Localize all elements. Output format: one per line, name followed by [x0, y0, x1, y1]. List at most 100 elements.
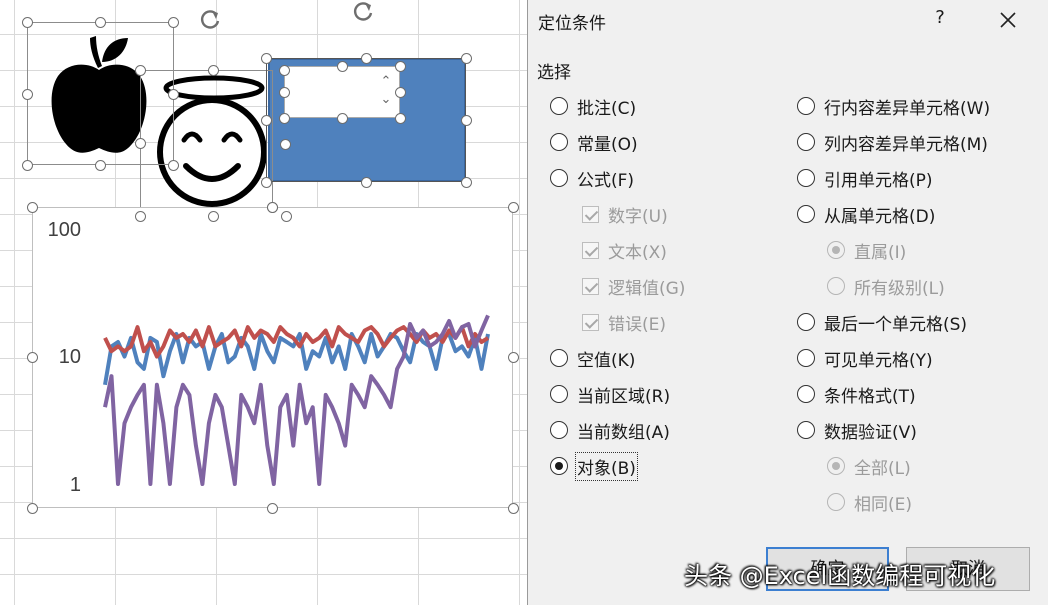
option-label: 数据验证(V): [824, 422, 917, 443]
resize-handle[interactable]: [460, 114, 472, 126]
option-left_options-0[interactable]: 批注(C): [550, 94, 637, 119]
resize-handle[interactable]: [134, 64, 146, 76]
option-right_options-1[interactable]: 列内容差异单元格(M): [797, 130, 988, 155]
radio-icon: [827, 457, 845, 475]
resize-handle[interactable]: [167, 16, 179, 28]
option-label: 全部(L): [854, 458, 911, 479]
resize-handle[interactable]: [260, 52, 272, 64]
resize-handle[interactable]: [460, 176, 472, 188]
option-right_options-7[interactable]: 可见单元格(Y): [797, 346, 933, 371]
option-label: 所有级别(L): [854, 278, 945, 299]
option-label: 数字(U): [608, 206, 668, 227]
resize-handle[interactable]: [507, 351, 519, 363]
option-left_options-2[interactable]: 公式(F): [550, 166, 634, 191]
radio-icon[interactable]: [797, 97, 815, 115]
radio-icon[interactable]: [797, 313, 815, 331]
radio-icon[interactable]: [797, 385, 815, 403]
resize-handle[interactable]: [278, 64, 290, 76]
resize-handle[interactable]: [167, 159, 179, 171]
option-label: 当前区域(R): [577, 386, 671, 407]
resize-handle[interactable]: [207, 64, 219, 76]
resize-handle[interactable]: [266, 502, 278, 514]
option-label: 文本(X): [608, 242, 667, 263]
rotate-handle-icon[interactable]: [199, 8, 221, 30]
resize-handle[interactable]: [26, 502, 38, 514]
option-left_options-9[interactable]: 当前数组(A): [550, 418, 670, 443]
option-label: 常量(O): [577, 134, 638, 155]
radio-icon[interactable]: [797, 169, 815, 187]
resize-handle[interactable]: [260, 176, 272, 188]
option-right_options-2[interactable]: 引用单元格(P): [797, 166, 933, 191]
smiley-selection-frame: [140, 70, 273, 216]
resize-handle[interactable]: [336, 60, 348, 72]
option-label: 从属单元格(D): [824, 206, 936, 227]
option-right_options-10: 全部(L): [827, 454, 911, 479]
radio-icon[interactable]: [797, 205, 815, 223]
option-right_options-11: 相同(E): [827, 490, 913, 515]
radio-icon[interactable]: [550, 169, 568, 187]
radio-icon[interactable]: [550, 133, 568, 151]
resize-handle[interactable]: [207, 210, 219, 222]
help-button[interactable]: ?: [930, 7, 950, 31]
resize-handle[interactable]: [360, 52, 372, 64]
option-label: 列内容差异单元格(M): [824, 134, 988, 155]
worksheet-area[interactable]: ⌃ ⌄ 100 10 1: [0, 0, 527, 605]
resize-handle[interactable]: [167, 88, 179, 100]
go-to-special-dialog: 定位条件 ? 选择 批注(C) 常量(O) 公式(F) 数字(U) 文本(X) 逻辑值(G…: [527, 0, 1048, 605]
resize-handle[interactable]: [278, 86, 290, 98]
radio-icon[interactable]: [797, 133, 815, 151]
resize-handle[interactable]: [21, 16, 33, 28]
option-right_options-0[interactable]: 行内容差异单元格(W): [797, 94, 990, 119]
resize-handle[interactable]: [336, 112, 348, 124]
resize-handle[interactable]: [460, 52, 472, 64]
resize-handle[interactable]: [260, 114, 272, 126]
option-right_options-8[interactable]: 条件格式(T): [797, 382, 916, 407]
checkbox-icon: [582, 241, 599, 259]
resize-handle[interactable]: [94, 16, 106, 28]
option-right_options-6[interactable]: 最后一个单元格(S): [797, 310, 967, 335]
resize-handle[interactable]: [134, 210, 146, 222]
option-left_options-1[interactable]: 常量(O): [550, 130, 638, 155]
option-left_options-4: 文本(X): [582, 238, 667, 263]
resize-handle[interactable]: [394, 112, 406, 124]
option-left_options-10[interactable]: 对象(B): [550, 451, 638, 481]
resize-handle[interactable]: [360, 176, 372, 188]
resize-handle[interactable]: [279, 138, 291, 150]
resize-handle[interactable]: [26, 351, 38, 363]
resize-handle[interactable]: [21, 159, 33, 171]
resize-handle[interactable]: [507, 502, 519, 514]
radio-icon[interactable]: [797, 421, 815, 439]
radio-icon[interactable]: [550, 421, 568, 439]
resize-handle[interactable]: [394, 86, 406, 98]
resize-handle[interactable]: [394, 60, 406, 72]
option-right_options-3[interactable]: 从属单元格(D): [797, 202, 936, 227]
option-right_options-9[interactable]: 数据验证(V): [797, 418, 917, 443]
rotate-handle-icon[interactable]: [352, 0, 374, 22]
option-label: 批注(C): [577, 98, 637, 119]
option-left_options-7[interactable]: 空值(K): [550, 346, 635, 371]
radio-icon[interactable]: [550, 97, 568, 115]
y-tick-label: 10: [59, 346, 81, 368]
resize-handle[interactable]: [94, 159, 106, 171]
dialog-title: 定位条件: [538, 14, 606, 34]
resize-handle[interactable]: [266, 201, 278, 213]
resize-handle[interactable]: [21, 88, 33, 100]
line-chart[interactable]: 100 10 1: [32, 207, 513, 508]
resize-handle[interactable]: [134, 137, 146, 149]
option-left_options-3: 数字(U): [582, 202, 668, 227]
checkbox-icon: [582, 277, 599, 295]
radio-icon[interactable]: [797, 349, 815, 367]
resize-handle[interactable]: [26, 201, 38, 213]
close-icon[interactable]: [994, 6, 1022, 34]
resize-handle[interactable]: [507, 201, 519, 213]
resize-handle[interactable]: [278, 112, 290, 124]
option-label: 相同(E): [854, 494, 913, 515]
radio-icon: [827, 241, 845, 259]
radio-icon[interactable]: [550, 349, 568, 367]
radio-icon[interactable]: [550, 385, 568, 403]
option-label: 引用单元格(P): [824, 170, 933, 191]
radio-icon: [827, 277, 845, 295]
resize-handle[interactable]: [280, 210, 292, 222]
option-left_options-8[interactable]: 当前区域(R): [550, 382, 671, 407]
radio-icon[interactable]: [550, 457, 568, 475]
